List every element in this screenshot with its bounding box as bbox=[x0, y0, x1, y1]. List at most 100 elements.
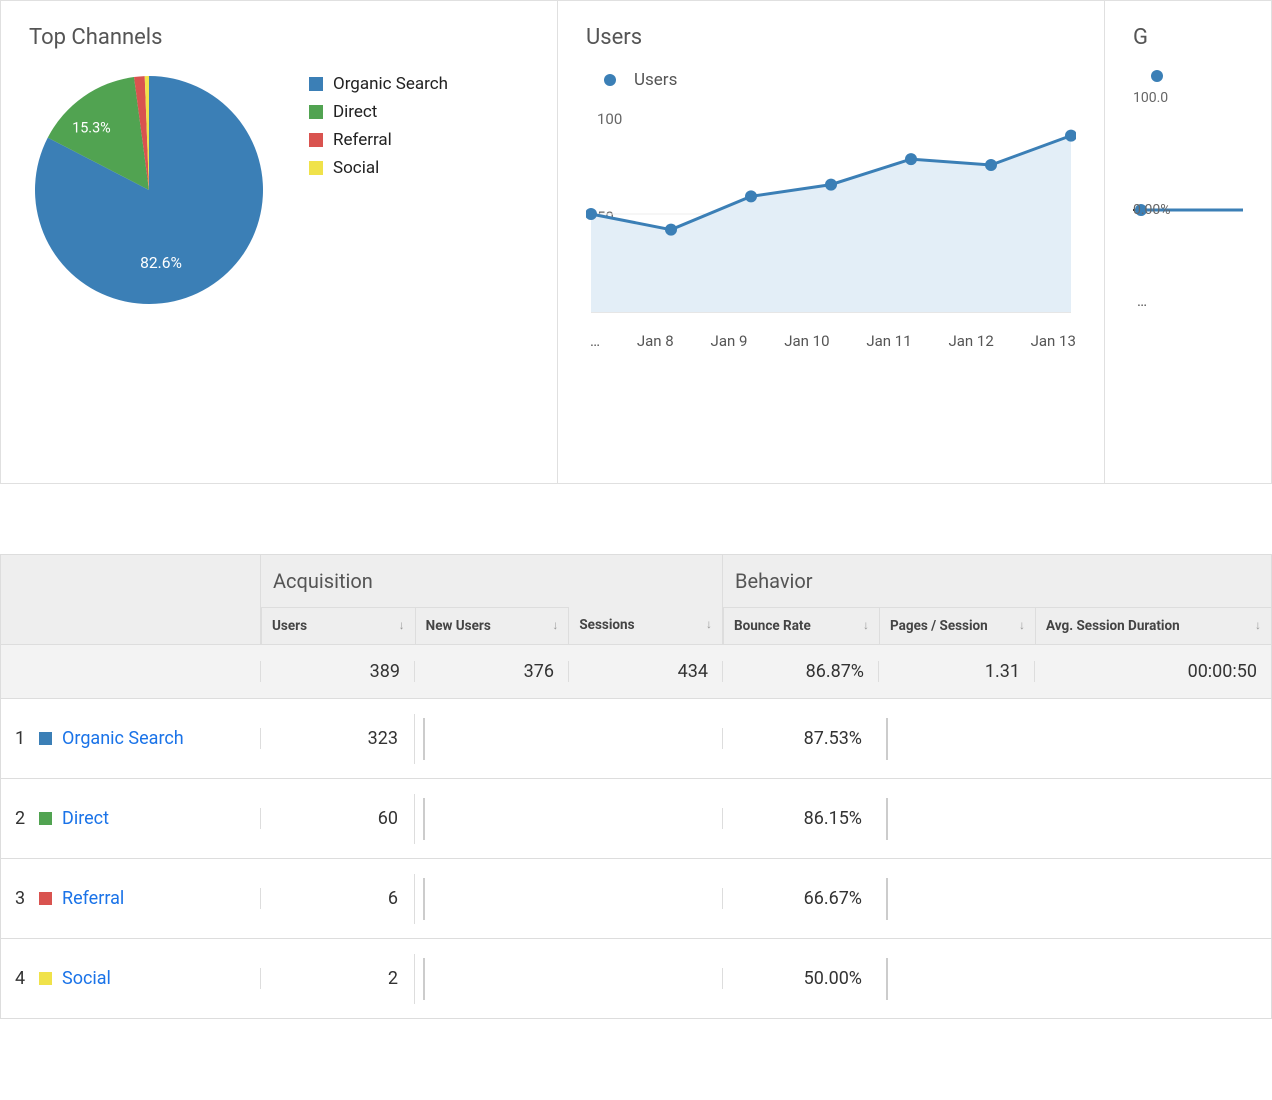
x-axis: … bbox=[1133, 292, 1243, 310]
group-behavior: Behavior Bounce Rate↓ Pages / Session↓ A… bbox=[722, 555, 1271, 644]
group-acquisition: Acquisition Users↓ New Users↓ Sessions↓ bbox=[260, 555, 722, 644]
cell-pps-bar bbox=[878, 874, 1271, 924]
y-tick: 100.0 bbox=[1133, 90, 1243, 106]
channel-link[interactable]: Direct bbox=[62, 808, 109, 829]
total-users: 389 bbox=[260, 661, 414, 682]
channel-link[interactable]: Referral bbox=[62, 888, 124, 909]
cell-new-users-bar bbox=[414, 874, 722, 924]
card-users: Users Users 100 50 … Jan 8 Jan 9 Jan 10 … bbox=[558, 1, 1105, 483]
cell-users: 323 bbox=[260, 728, 414, 749]
dot-icon bbox=[604, 74, 616, 86]
row-index: 1 bbox=[15, 728, 29, 749]
cell-users: 6 bbox=[260, 888, 414, 909]
total-new-users: 376 bbox=[414, 661, 568, 682]
pie-legend: Organic Search Direct Referral Social bbox=[309, 74, 448, 178]
line-legend[interactable] bbox=[1151, 70, 1243, 82]
col-header-bounce[interactable]: Bounce Rate↓ bbox=[723, 607, 879, 644]
sort-icon: ↓ bbox=[863, 618, 869, 632]
line-chart: 100 50 … Jan 8 Jan 9 Jan 10 Jan 11 Jan 1… bbox=[586, 102, 1076, 350]
channels-table: Acquisition Users↓ New Users↓ Sessions↓ … bbox=[0, 554, 1272, 1019]
swatch-icon bbox=[309, 105, 323, 119]
group-title: Acquisition bbox=[261, 555, 722, 607]
swatch-icon bbox=[39, 732, 52, 745]
x-tick: Jan 9 bbox=[711, 332, 748, 350]
row-index: 3 bbox=[15, 888, 29, 909]
col-header-pps[interactable]: Pages / Session↓ bbox=[879, 607, 1035, 644]
swatch-icon bbox=[309, 161, 323, 175]
sort-desc-icon: ↓ bbox=[399, 618, 405, 632]
x-tick: … bbox=[590, 332, 600, 350]
cell-users: 60 bbox=[260, 808, 414, 829]
x-tick: Jan 8 bbox=[637, 332, 674, 350]
row-index: 4 bbox=[15, 968, 29, 989]
legend-label: Direct bbox=[333, 102, 377, 122]
cell-users: 2 bbox=[260, 968, 414, 989]
col-header-new-users[interactable]: New Users↓ bbox=[415, 607, 569, 644]
swatch-icon bbox=[39, 812, 52, 825]
table-row: 4 Social 2 50.00% bbox=[0, 939, 1272, 1019]
swatch-icon bbox=[309, 77, 323, 91]
channel-link[interactable]: Organic Search bbox=[62, 728, 184, 749]
dot-icon bbox=[1151, 70, 1163, 82]
card-top-channels: Top Channels 82.6% 15.3% Organic Sear bbox=[1, 1, 558, 483]
cell-pps-bar bbox=[878, 714, 1271, 764]
row-label[interactable]: 4 Social bbox=[1, 968, 260, 989]
col-header-sessions[interactable]: Sessions↓ bbox=[568, 607, 722, 644]
line-legend[interactable]: Users bbox=[604, 70, 1076, 90]
sort-icon: ↓ bbox=[552, 618, 558, 632]
group-title: Behavior bbox=[723, 555, 1271, 607]
legend-item-organic[interactable]: Organic Search bbox=[309, 74, 448, 94]
col-header-asd[interactable]: Avg. Session Duration↓ bbox=[1035, 607, 1271, 644]
row-label[interactable]: 2 Direct bbox=[1, 808, 260, 829]
line-point[interactable] bbox=[905, 153, 917, 165]
sort-icon: ↓ bbox=[1255, 618, 1261, 632]
line-point[interactable] bbox=[665, 224, 677, 236]
row-label[interactable]: 3 Referral bbox=[1, 888, 260, 909]
legend-label: Social bbox=[333, 158, 379, 178]
card-goal: G 100.0 0.00% … bbox=[1105, 1, 1271, 483]
table-row: 2 Direct 60 86.15% bbox=[0, 779, 1272, 859]
swatch-icon bbox=[309, 133, 323, 147]
card-title: G bbox=[1133, 25, 1243, 50]
x-axis: … Jan 8 Jan 9 Jan 10 Jan 11 Jan 12 Jan 1… bbox=[586, 332, 1076, 350]
cell-new-users-bar bbox=[414, 954, 722, 1004]
table-row: 1 Organic Search 323 87.53% bbox=[0, 699, 1272, 779]
totals-row: 389 376 434 86.87% 1.31 00:00:50 bbox=[0, 645, 1272, 699]
total-bounce: 86.87% bbox=[722, 661, 878, 682]
channel-link[interactable]: Social bbox=[62, 968, 111, 989]
x-tick: Jan 11 bbox=[866, 332, 911, 350]
card-title: Users bbox=[586, 25, 1076, 50]
total-sessions: 434 bbox=[568, 661, 722, 682]
x-tick: … bbox=[1137, 292, 1147, 310]
line-point[interactable] bbox=[985, 159, 997, 171]
x-tick: Jan 12 bbox=[948, 332, 993, 350]
sort-icon: ↓ bbox=[1019, 618, 1025, 632]
table-header: Acquisition Users↓ New Users↓ Sessions↓ … bbox=[0, 554, 1272, 645]
cell-bounce: 50.00% bbox=[722, 968, 878, 989]
total-pps: 1.31 bbox=[878, 661, 1034, 682]
legend-label: Referral bbox=[333, 130, 392, 150]
row-label[interactable]: 1 Organic Search bbox=[1, 728, 260, 749]
legend-item-social[interactable]: Social bbox=[309, 158, 448, 178]
table-row: 3 Referral 6 66.67% bbox=[0, 859, 1272, 939]
pie-label-direct: 15.3% bbox=[72, 119, 111, 136]
y-tick-100: 100 bbox=[597, 110, 622, 128]
cell-new-users-bar bbox=[414, 794, 722, 844]
pie-chart: 82.6% 15.3% bbox=[29, 70, 269, 310]
row-index: 2 bbox=[15, 808, 29, 829]
cell-bounce: 66.67% bbox=[722, 888, 878, 909]
legend-item-direct[interactable]: Direct bbox=[309, 102, 448, 122]
legend-item-referral[interactable]: Referral bbox=[309, 130, 448, 150]
cell-new-users-bar bbox=[414, 714, 722, 764]
line-point[interactable] bbox=[745, 190, 757, 202]
card-title: Top Channels bbox=[29, 25, 529, 50]
col-header-users[interactable]: Users↓ bbox=[261, 607, 415, 644]
swatch-icon bbox=[39, 892, 52, 905]
cell-bounce: 87.53% bbox=[722, 728, 878, 749]
legend-label: Organic Search bbox=[333, 74, 448, 94]
legend-label: Users bbox=[634, 70, 677, 90]
cell-pps-bar bbox=[878, 954, 1271, 1004]
total-asd: 00:00:50 bbox=[1034, 661, 1271, 682]
cell-pps-bar bbox=[878, 794, 1271, 844]
line-point[interactable] bbox=[825, 179, 837, 191]
